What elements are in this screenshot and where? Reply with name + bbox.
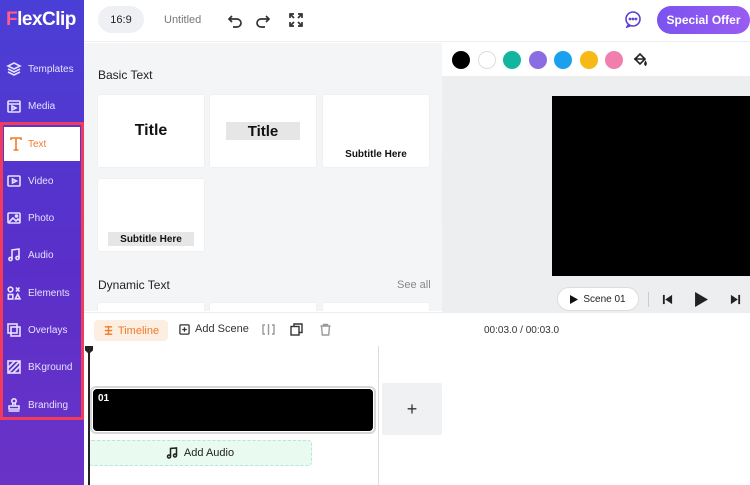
sidebar-item-templates[interactable]: Templates [0, 52, 84, 86]
sidebar-item-branding[interactable]: Branding [0, 388, 84, 422]
sidebar-item-text[interactable]: Text [4, 127, 80, 161]
music-icon [0, 247, 28, 263]
sidebar-item-label: BKground [28, 361, 73, 373]
trash-icon[interactable] [319, 323, 333, 337]
add-audio-label: Add Audio [183, 447, 235, 459]
card-subtitle-text: Subtitle Here [345, 149, 407, 160]
dynamic-text-heading: Dynamic Text [98, 278, 170, 292]
music-note-icon [166, 447, 178, 459]
text-template-title-box[interactable]: Title [210, 95, 316, 167]
top-bar: 16:9 Untitled Special Offer [84, 0, 750, 42]
color-swatch[interactable] [478, 51, 496, 69]
sidebar-item-label: Text [28, 138, 47, 150]
divider [648, 292, 649, 307]
sidebar-item-media[interactable]: Media [0, 89, 84, 123]
sidebar-item-label: Elements [28, 287, 70, 299]
card-title-text: Title [134, 122, 168, 139]
sidebar-item-overlays[interactable]: Overlays [0, 313, 84, 347]
sidebar-item-label: Overlays [28, 324, 68, 336]
color-swatch[interactable] [503, 51, 521, 69]
color-bar [442, 43, 750, 76]
color-swatch[interactable] [580, 51, 598, 69]
background-icon [0, 359, 28, 375]
sidebar-item-photo[interactable]: Photo [0, 201, 84, 235]
aspect-ratio-button[interactable]: 16:9 [98, 6, 144, 33]
sidebar-item-video[interactable]: Video [0, 164, 84, 198]
playhead[interactable] [88, 346, 90, 485]
undo-icon[interactable] [226, 11, 244, 29]
timeline-icon [104, 325, 113, 336]
text-template-subtitle[interactable]: Subtitle Here [323, 95, 429, 167]
text-icon [4, 136, 28, 152]
logo-text: lexClip [17, 9, 76, 30]
split-icon[interactable] [262, 323, 276, 337]
sidebar-item-label: Branding [28, 399, 69, 411]
media-icon [0, 98, 28, 114]
timecode: 00:03.0 / 00:03.0 [484, 325, 560, 336]
flexclip-logo[interactable]: FlexClip [6, 9, 76, 31]
stamp-icon [0, 397, 28, 413]
sidebar-item-label: Video [28, 175, 54, 187]
timeline-divider [378, 346, 379, 485]
add-scene-button[interactable]: Add Scene [179, 323, 249, 335]
duplicate-icon[interactable] [290, 323, 304, 337]
add-scene-label: Add Scene [195, 323, 249, 335]
card-subtitle-box-text: Subtitle Here [108, 232, 194, 246]
card-title-box-text: Title [226, 122, 300, 140]
scene-clip[interactable]: 01 [90, 386, 376, 434]
color-swatch[interactable] [529, 51, 547, 69]
logo-letter: F [6, 9, 18, 30]
timeline-toolbar: Timeline Add Scene 00:03.0 / 00:03.0 [84, 312, 750, 346]
skip-back-icon[interactable] [658, 290, 676, 308]
add-square-icon [179, 323, 190, 335]
sidebar-item-label: Templates [28, 63, 74, 75]
timeline-tab[interactable]: Timeline [94, 320, 168, 341]
text-template-title[interactable]: Title [98, 95, 204, 167]
dynamic-text-card[interactable] [210, 303, 316, 311]
layers-icon [0, 61, 28, 77]
scene-play-button[interactable]: Scene 01 [557, 287, 639, 311]
add-audio-button[interactable]: Add Audio [88, 440, 312, 466]
sidebar-item-bkground[interactable]: BKground [0, 350, 84, 384]
sidebar-item-elements[interactable]: Elements [0, 276, 84, 310]
redo-icon[interactable] [254, 11, 272, 29]
sidebar-item-label: Photo [28, 212, 55, 224]
sidebar-item-audio[interactable]: Audio [0, 238, 84, 272]
overlays-icon [0, 322, 28, 338]
play-icon[interactable] [692, 290, 710, 308]
play-icon [570, 294, 579, 304]
skip-forward-icon[interactable] [726, 290, 744, 308]
add-scene-box[interactable]: + [382, 383, 442, 435]
preview-area: Scene 01 [442, 76, 750, 312]
dynamic-text-card[interactable] [323, 303, 429, 311]
paint-bucket-icon[interactable] [632, 52, 650, 70]
sidebar: FlexClip Templates Media Text Video Phot… [0, 0, 84, 485]
color-swatch[interactable] [554, 51, 572, 69]
elements-icon [0, 285, 28, 301]
color-swatch[interactable] [452, 51, 470, 69]
scene-clip-thumbnail: 01 [93, 389, 373, 431]
scene-number: 01 [98, 393, 110, 404]
special-offer-button[interactable]: Special Offer [657, 6, 750, 34]
video-canvas[interactable] [552, 96, 750, 276]
project-title[interactable]: Untitled [164, 14, 201, 26]
timeline-tab-label: Timeline [117, 324, 160, 337]
basic-text-heading: Basic Text [98, 68, 153, 82]
scene-label: Scene 01 [583, 293, 626, 305]
sidebar-item-label: Media [28, 100, 56, 112]
fullscreen-icon[interactable] [287, 11, 305, 29]
video-icon [0, 173, 28, 189]
color-swatch[interactable] [605, 51, 623, 69]
dynamic-text-card[interactable] [98, 303, 204, 311]
see-all-link[interactable]: See all [397, 279, 431, 291]
chat-icon[interactable] [624, 10, 644, 30]
sidebar-item-label: Audio [28, 249, 54, 261]
photo-icon [0, 210, 28, 226]
text-panel: Basic Text Title Title Subtitle Here Sub… [84, 43, 442, 311]
text-template-subtitle-box[interactable]: Subtitle Here [98, 179, 204, 251]
